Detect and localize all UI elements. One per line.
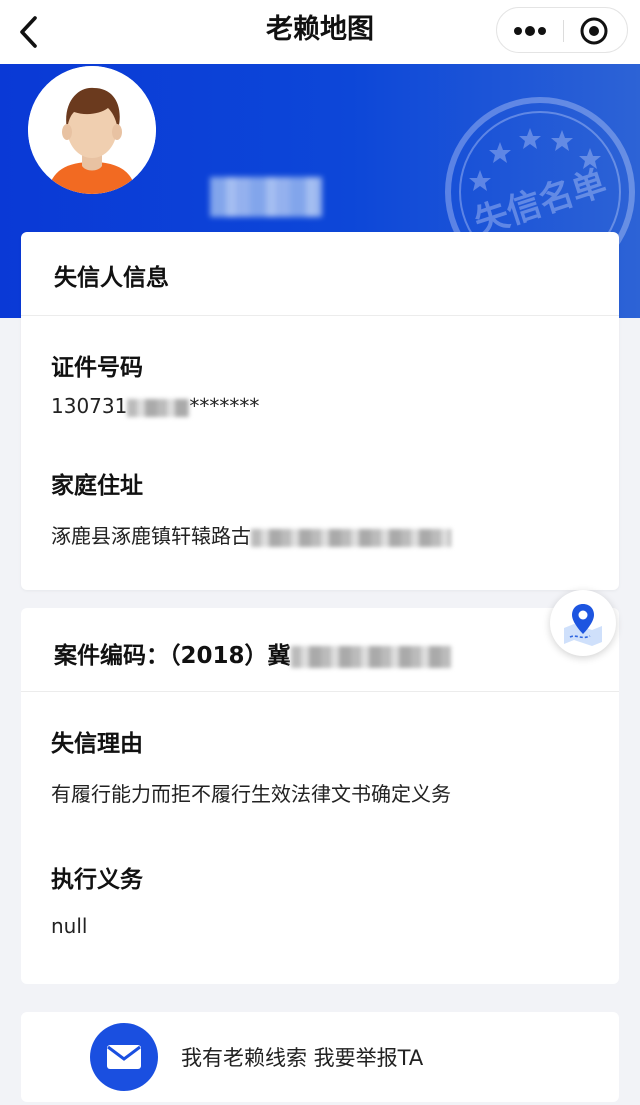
- debtor-info-title: 失信人信息: [54, 265, 169, 291]
- address-text: 涿鹿县涿鹿镇轩辕路古: [51, 524, 251, 548]
- map-pin-icon: [564, 604, 602, 646]
- id-number-suffix: *******: [189, 394, 260, 418]
- address-redacted: [251, 528, 451, 547]
- stamp-text: 失信名单: [469, 163, 611, 243]
- case-info-card: 案件编码：（2018）冀 失信理由 有履行能力而拒不履行生效法律文书确定义务 执…: [21, 608, 619, 984]
- more-dots-icon[interactable]: [497, 8, 563, 52]
- reason-value: 有履行能力而拒不履行生效法律文书确定义务: [51, 782, 451, 806]
- mail-icon: [90, 1023, 158, 1091]
- target-close-icon[interactable]: [564, 8, 628, 52]
- case-card-header: 案件编码：（2018）冀: [21, 608, 619, 692]
- case-number: 案件编码：（2018）冀: [54, 636, 451, 670]
- id-number-value: 130731 *******: [51, 394, 259, 418]
- blurred-name: [210, 177, 322, 217]
- debtor-info-card: 失信人信息 证件号码 130731 ******* 家庭住址 涿鹿县涿鹿镇轩辕路古: [21, 232, 619, 590]
- reason-label: 失信理由: [51, 731, 143, 757]
- back-chevron-icon[interactable]: [10, 12, 50, 52]
- top-nav-bar: 老赖地图: [0, 0, 640, 64]
- mini-program-capsule: [496, 7, 628, 53]
- card-header: 失信人信息: [21, 232, 619, 316]
- map-location-button[interactable]: [550, 590, 616, 656]
- duty-value: null: [51, 914, 88, 938]
- id-number-prefix: 130731: [51, 394, 128, 418]
- report-debtor-button[interactable]: 我有老赖线索 我要举报TA: [21, 1012, 619, 1102]
- id-number-label: 证件号码: [51, 355, 143, 381]
- case-number-label: 案件编码：（2018）冀: [54, 643, 291, 669]
- id-number-redacted: [127, 398, 190, 417]
- duty-label: 执行义务: [51, 867, 143, 893]
- address-label: 家庭住址: [51, 473, 143, 499]
- person-avatar-icon: [28, 66, 156, 194]
- report-text: 我有老赖线索 我要举报TA: [181, 1046, 424, 1070]
- address-value: 涿鹿县涿鹿镇轩辕路古: [51, 520, 451, 549]
- case-number-redacted: [290, 645, 451, 668]
